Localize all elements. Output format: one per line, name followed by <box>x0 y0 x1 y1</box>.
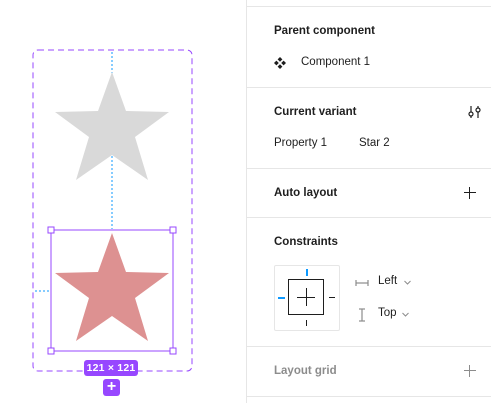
variant-property-name: Property 1 <box>274 137 328 149</box>
star-variant-default[interactable] <box>55 72 169 180</box>
constraints-title: Constraints <box>274 236 338 248</box>
add-auto-layout-button[interactable] <box>463 186 477 200</box>
constraint-right[interactable] <box>329 297 335 298</box>
constraint-widget[interactable] <box>274 265 340 331</box>
selection-handle-top-right[interactable] <box>169 226 177 234</box>
parent-component-title: Parent component <box>274 25 375 37</box>
add-layout-grid-button[interactable] <box>463 364 477 378</box>
vertical-constraint-icon <box>359 308 365 322</box>
chevron-down-icon <box>402 312 409 317</box>
properties-panel: Parent component Component 1 Current var… <box>247 0 491 403</box>
constraint-center-horizontal[interactable] <box>297 297 315 298</box>
chevron-down-icon <box>404 280 411 285</box>
constraint-inner-box <box>288 279 324 315</box>
canvas-drawing <box>32 49 193 372</box>
parent-component-section: Parent component <box>247 6 491 87</box>
parent-component-link[interactable]: Component 1 <box>301 56 370 68</box>
selection-handle-bottom-right[interactable] <box>169 347 177 355</box>
variant-property-value[interactable]: Star 2 <box>359 137 390 149</box>
selection-handle-bottom-left[interactable] <box>47 347 55 355</box>
design-canvas[interactable]: 121 × 121 + <box>0 0 246 403</box>
vertical-constraint-dropdown[interactable]: Top <box>355 307 425 323</box>
horizontal-constraint-dropdown[interactable]: Left <box>355 275 425 291</box>
auto-layout-section: Auto layout <box>247 168 491 218</box>
tune-icon[interactable] <box>467 104 483 120</box>
horizontal-constraint-value: Left <box>378 275 398 287</box>
constraint-bottom[interactable] <box>306 320 307 326</box>
add-variant-button[interactable]: + <box>103 379 120 396</box>
plus-icon: + <box>106 378 117 395</box>
constraint-top-active[interactable] <box>306 269 308 276</box>
layout-grid-title: Layout grid <box>274 365 337 377</box>
current-variant-title: Current variant <box>274 106 357 118</box>
star-variant-selected[interactable] <box>55 233 169 341</box>
component-icon <box>274 57 286 69</box>
horizontal-constraint-icon <box>355 280 369 286</box>
vertical-constraint-value: Top <box>378 307 397 319</box>
size-badge: 121 × 121 <box>84 360 138 376</box>
layout-grid-section: Layout grid <box>247 346 491 397</box>
constraint-left-active[interactable] <box>278 297 285 299</box>
auto-layout-title: Auto layout <box>274 187 338 199</box>
selection-handle-top-left[interactable] <box>47 226 55 234</box>
current-variant-section: Current variant <box>247 87 491 169</box>
